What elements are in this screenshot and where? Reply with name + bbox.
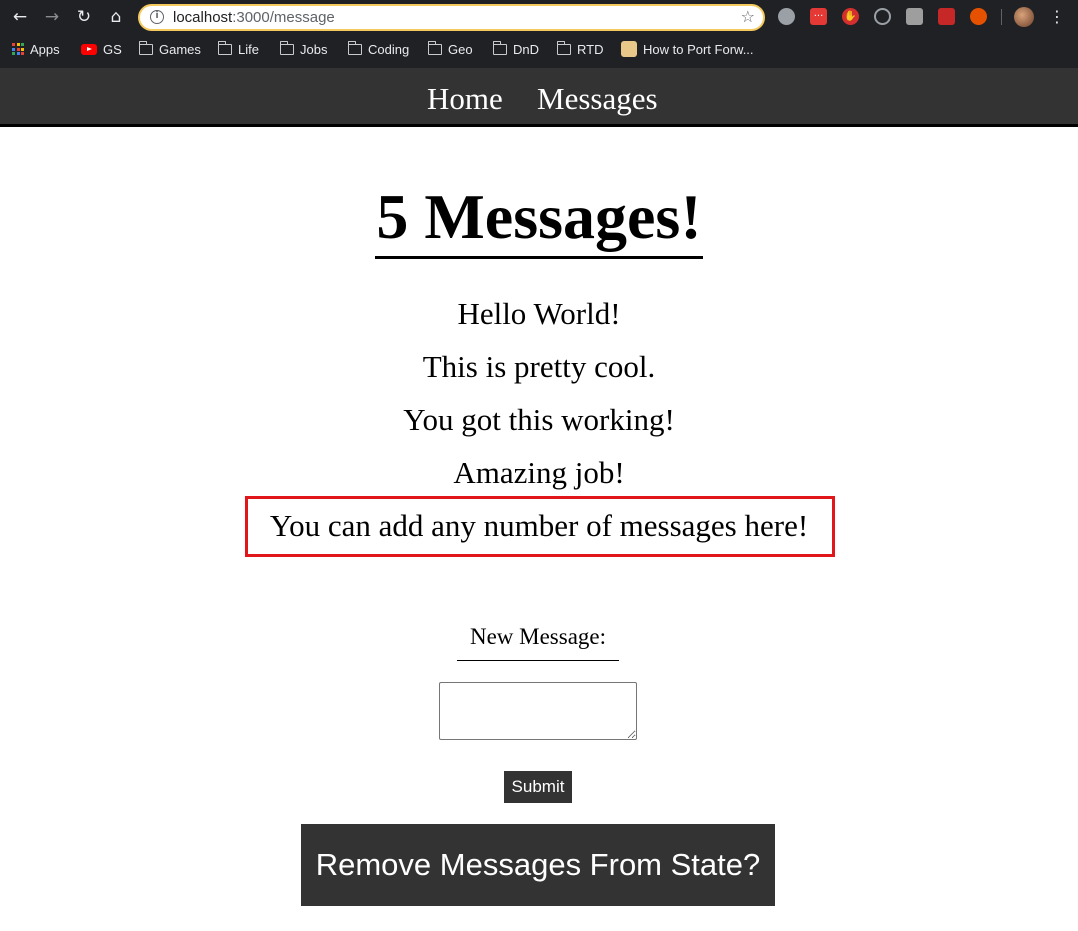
folder-icon xyxy=(217,40,232,55)
folder-icon xyxy=(556,40,571,55)
site-navbar: Home Messages xyxy=(0,68,1078,127)
bookmark-label: GS xyxy=(103,41,122,57)
folder-icon xyxy=(138,40,153,55)
bookmark-life[interactable]: Life xyxy=(217,39,259,59)
extension-icon-1[interactable] xyxy=(778,8,795,25)
bookmark-coding[interactable]: Coding xyxy=(347,39,410,59)
bookmark-port-forward[interactable]: How to Port Forw... xyxy=(621,39,754,59)
message-item: Amazing job! xyxy=(453,455,625,490)
bookmark-dnd[interactable]: DnD xyxy=(492,39,540,59)
reload-icon[interactable]: ↻ xyxy=(73,6,95,28)
folder-icon xyxy=(427,40,442,55)
apps-grid-icon xyxy=(12,43,24,55)
new-message-input[interactable] xyxy=(439,682,637,740)
back-arrow-icon[interactable]: ← xyxy=(9,6,31,28)
extension-icon-4[interactable] xyxy=(874,8,891,25)
remove-messages-button[interactable]: Remove Messages From State? xyxy=(301,824,775,906)
bookmark-label: Geo xyxy=(448,41,473,57)
extension-icon-3[interactable]: ✋ xyxy=(842,8,859,25)
bookmark-label: Life xyxy=(238,41,259,57)
url-host: localhost xyxy=(173,9,233,26)
bookmark-rtd[interactable]: RTD xyxy=(556,39,604,59)
site-info-icon[interactable]: i xyxy=(150,10,164,24)
page-title-text: 5 Messages! xyxy=(375,182,703,259)
bookmark-label: Games xyxy=(159,41,201,57)
menu-kebab-icon[interactable]: ⋮ xyxy=(1049,6,1065,28)
page-favicon-icon xyxy=(621,41,637,57)
bookmark-geo[interactable]: Geo xyxy=(427,39,473,59)
message-item: You got this working! xyxy=(403,402,675,437)
bookmark-star-icon[interactable]: ☆ xyxy=(741,7,755,26)
extension-icon-7[interactable] xyxy=(970,8,987,25)
nav-link-messages[interactable]: Messages xyxy=(537,81,658,117)
extension-icon-5[interactable] xyxy=(906,8,923,25)
folder-icon xyxy=(279,40,294,55)
address-bar[interactable]: i localhost:3000/message ☆ xyxy=(138,4,765,31)
browser-toolbar: ← → ↻ ⌂ i localhost:3000/message ☆ ··· ✋… xyxy=(0,0,1078,34)
youtube-icon xyxy=(81,43,97,55)
bookmark-label: DnD xyxy=(513,41,540,57)
forward-arrow-icon[interactable]: → xyxy=(41,6,63,28)
bookmark-label: RTD xyxy=(577,41,604,57)
bookmarks-bar: Apps GS Games Life Jobs Coding Geo DnD R… xyxy=(0,36,1078,62)
home-icon[interactable]: ⌂ xyxy=(105,6,127,28)
address-url[interactable]: localhost:3000/message xyxy=(173,9,335,26)
url-path: :3000/message xyxy=(232,9,335,26)
bookmark-label: Jobs xyxy=(300,41,328,57)
extension-icon-6[interactable] xyxy=(938,8,955,25)
bookmark-label: Coding xyxy=(368,41,410,57)
extension-icon-2[interactable]: ··· xyxy=(810,8,827,25)
page-title: 5 Messages! xyxy=(0,182,1078,259)
bookmark-gs[interactable]: GS xyxy=(81,39,122,59)
new-message-label: New Message: xyxy=(457,622,619,661)
message-item-highlighted: You can add any number of messages here! xyxy=(269,508,809,543)
browser-chrome: ← → ↻ ⌂ i localhost:3000/message ☆ ··· ✋… xyxy=(0,0,1078,68)
submit-button[interactable]: Submit xyxy=(504,771,572,803)
toolbar-separator xyxy=(1001,9,1002,25)
nav-link-home[interactable]: Home xyxy=(427,81,503,117)
bookmark-label: Apps xyxy=(30,41,60,57)
bookmark-apps[interactable]: Apps xyxy=(12,39,60,59)
bookmark-label: How to Port Forw... xyxy=(643,41,754,57)
message-item: Hello World! xyxy=(457,296,621,331)
profile-avatar[interactable] xyxy=(1014,7,1034,27)
message-item: This is pretty cool. xyxy=(422,349,656,384)
folder-icon xyxy=(492,40,507,55)
bookmark-jobs[interactable]: Jobs xyxy=(279,39,328,59)
folder-icon xyxy=(347,40,362,55)
bookmark-games[interactable]: Games xyxy=(138,39,201,59)
